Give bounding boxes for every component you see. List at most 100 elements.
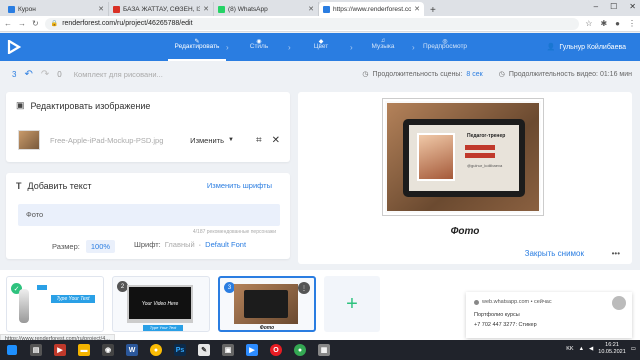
language-indicator[interactable]: KK — [566, 346, 573, 352]
scene-text-2: Type Your Text — [143, 325, 183, 331]
maximize-icon[interactable]: ☐ — [610, 2, 617, 11]
windows-start-icon[interactable] — [0, 340, 24, 360]
clock-time: 16:21 — [605, 342, 619, 348]
tab-favicon-icon — [113, 5, 120, 13]
network-icon[interactable]: ▲ — [579, 346, 584, 352]
window-close-icon[interactable]: ✕ — [629, 2, 636, 11]
tab-close-icon[interactable]: ✕ — [308, 5, 314, 13]
image-thumbnail[interactable] — [18, 130, 40, 150]
tab-label: (8) WhatsApp — [228, 5, 268, 13]
word-icon[interactable]: W — [120, 340, 144, 360]
card-title-text: Редактировать изображение — [30, 100, 151, 111]
notifications-icon[interactable]: ▭ — [631, 346, 636, 352]
extensions-icon[interactable]: ✱ — [600, 19, 607, 28]
droplet-icon: ◆ — [318, 39, 324, 45]
tab-label: БАЗА ЖАТТАУ, СӨЗЕН, ІЗБУРЈС... — [123, 5, 201, 13]
editor-steps: ✎ Редактировать › ◉ Стиль › ◆ Цвет › ♫ М… — [168, 33, 474, 61]
step-preview[interactable]: ◎ Предпросмотр — [416, 33, 474, 61]
camera-icon[interactable]: ◉ — [96, 340, 120, 360]
tab-close-icon[interactable]: ✕ — [414, 5, 420, 13]
scene-thumbnail-1[interactable]: ✓ Type Your Text — [6, 276, 104, 332]
star-icon[interactable]: ☆ — [585, 19, 592, 28]
reload-icon[interactable]: ↻ — [32, 19, 39, 28]
url-field[interactable]: 🔒 renderforest.com/ru/project/46265788/e… — [44, 17, 580, 30]
tab-close-icon[interactable]: ✕ — [98, 5, 104, 13]
font-row: Шрифт: Главный · Default Font — [134, 240, 246, 249]
tab-label: Курон — [18, 5, 36, 13]
browser-tab-3[interactable]: (8) WhatsApp ✕ — [214, 2, 319, 16]
crop-icon[interactable]: ⌗ — [256, 135, 262, 146]
red-bar — [465, 153, 495, 158]
user-name: Гульнур Койлибаева — [559, 43, 626, 51]
opera-icon[interactable]: O — [264, 340, 288, 360]
change-image-button[interactable]: Изменить — [190, 136, 224, 145]
image-row: Free-Apple-iPad-Mockup-PSD.jpg Изменить … — [18, 128, 280, 152]
editor-toolbar: 3 ↶ ↷ 0 Комплект для рисовани... ◷ Продо… — [0, 62, 640, 86]
chrome-taskbar-icon[interactable]: ● — [144, 340, 168, 360]
photoshop-icon[interactable]: Ps — [168, 340, 192, 360]
step-edit[interactable]: ✎ Редактировать — [168, 33, 226, 61]
tab-favicon-icon — [218, 5, 225, 13]
text-input[interactable]: Фото — [18, 204, 280, 226]
redo-icon[interactable]: ↷ — [41, 69, 49, 80]
step-music[interactable]: ♫ Музыка — [354, 33, 412, 61]
minimize-icon[interactable]: – — [594, 2, 598, 11]
file-manager-icon[interactable]: ▤ — [24, 340, 48, 360]
red-bar — [465, 145, 495, 150]
font-main: Главный — [164, 240, 195, 249]
browser-tab-bar: Курон ✕ БАЗА ЖАТТАУ, СӨЗЕН, ІЗБУРЈС... ✕… — [0, 0, 640, 16]
text-icon: T — [16, 181, 22, 191]
back-icon[interactable]: ← — [4, 19, 12, 28]
redo-count: 0 — [57, 69, 62, 79]
media-player-icon[interactable]: ▶ — [48, 340, 72, 360]
step-style[interactable]: ◉ Стиль — [230, 33, 288, 61]
app-icon[interactable]: ▣ — [216, 340, 240, 360]
user-menu[interactable]: 👤 Гульнур Койлибаева — [547, 43, 626, 52]
clock-date: 10.05.2021 — [598, 349, 626, 355]
notification-body: +7 702 447 3277: Стикер — [474, 322, 537, 328]
separator: · — [198, 240, 202, 249]
preview-image[interactable]: Педагог-тренер @gulnur_koilibaeva — [382, 98, 544, 216]
font-value[interactable]: Default Font — [205, 240, 246, 249]
forward-icon[interactable]: → — [18, 19, 26, 28]
remove-icon[interactable]: ✕ — [272, 135, 280, 146]
profile-icon[interactable]: ● — [615, 19, 620, 28]
app-icon-2[interactable]: ▦ — [312, 340, 336, 360]
menu-icon[interactable]: ⋮ — [628, 19, 636, 28]
scene-duration-value[interactable]: 8 сек — [466, 71, 482, 78]
scene-thumbnail-2[interactable]: 2 Your Video Here Type Your Text — [112, 276, 210, 332]
renderforest-logo-icon[interactable] — [0, 33, 28, 61]
whatsapp-notification[interactable]: web.whatsapp.com • сейчас Портфолио курс… — [466, 292, 632, 338]
browser-tab-1[interactable]: Курон ✕ — [4, 2, 109, 16]
comment-input[interactable]: Комплект для рисовани... — [74, 70, 163, 79]
preview-caption[interactable]: Фото — [298, 226, 632, 237]
more-options-icon[interactable]: ••• — [612, 249, 620, 258]
add-scene-button[interactable]: + — [324, 276, 380, 332]
step-label: Музыка — [371, 43, 395, 50]
size-row: Размер: 100% — [52, 240, 116, 253]
scene-menu-icon[interactable]: ⋮ — [298, 282, 310, 294]
app-header: ✎ Редактировать › ◉ Стиль › ◆ Цвет › ♫ М… — [0, 33, 640, 61]
new-tab-icon[interactable]: + — [430, 5, 436, 16]
tab-close-icon[interactable]: ✕ — [203, 5, 209, 13]
volume-icon[interactable]: ◀ — [589, 346, 593, 352]
zoom-icon[interactable]: ▶ — [240, 340, 264, 360]
chrome-taskbar-icon-2[interactable]: ● — [288, 340, 312, 360]
scene-thumbnail-3[interactable]: 3 Фото ⋮ — [218, 276, 316, 332]
size-label: Размер: — [52, 242, 80, 251]
char-hint: 4/187 рекомендованные персонажи — [192, 229, 276, 235]
undo-icon[interactable]: ↶ — [24, 69, 32, 80]
step-color[interactable]: ◆ Цвет — [292, 33, 350, 61]
change-fonts-link[interactable]: Изменить шрифты — [207, 181, 272, 190]
folder-icon[interactable]: ▬ — [72, 340, 96, 360]
address-bar: ← → ↻ 🔒 renderforest.com/ru/project/4626… — [0, 16, 640, 32]
size-value[interactable]: 100% — [85, 240, 116, 253]
paint-icon[interactable]: ✎ — [192, 340, 216, 360]
browser-tab-4[interactable]: https://www.renderforest.com/r... ✕ — [319, 2, 424, 16]
chevron-down-icon[interactable]: ▼ — [228, 137, 234, 143]
clock[interactable]: 16:21 10.05.2021 — [598, 342, 626, 356]
eye-icon: ◎ — [442, 39, 448, 45]
browser-tab-2[interactable]: БАЗА ЖАТТАУ, СӨЗЕН, ІЗБУРЈС... ✕ — [109, 2, 214, 16]
close-snapshot-link[interactable]: Закрыть снимок — [525, 249, 584, 258]
tablet-mini — [234, 284, 298, 324]
